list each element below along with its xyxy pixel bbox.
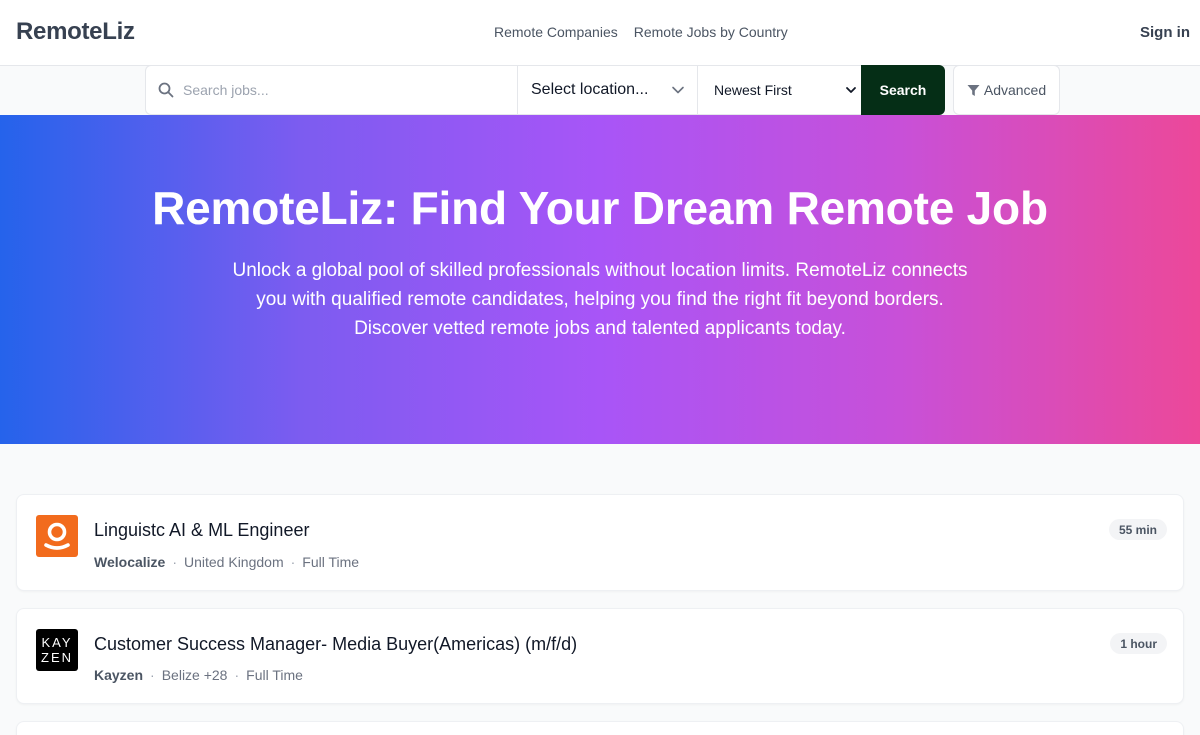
advanced-filters-label: Advanced: [983, 82, 1047, 98]
nav-remote-jobs-by-country[interactable]: Remote Jobs by Country: [634, 24, 788, 40]
company-logo: [36, 515, 78, 557]
chevron-down-icon: [846, 87, 856, 93]
job-location: United Kingdom: [184, 554, 284, 570]
job-card[interactable]: Linguistc AI & ML Engineer Welocalize · …: [16, 494, 1184, 591]
sort-select[interactable]: Newest First: [697, 65, 861, 115]
company-logo: KAY ZEN: [36, 629, 78, 671]
sign-in-link[interactable]: Sign in: [1140, 24, 1190, 41]
site-logo[interactable]: RemoteLiz: [16, 18, 135, 46]
job-meta: Kayzen · Belize +28 · Full Time: [94, 667, 303, 683]
job-company[interactable]: Welocalize: [94, 554, 165, 570]
filter-icon: [967, 84, 980, 96]
search-button[interactable]: Search: [861, 65, 945, 115]
advanced-filters-button[interactable]: Advanced: [953, 65, 1060, 115]
meta-separator: ·: [150, 667, 155, 683]
meta-separator: ·: [172, 554, 177, 570]
meta-separator: ·: [234, 667, 240, 683]
location-select[interactable]: Select location...: [517, 65, 697, 115]
search-input[interactable]: [183, 82, 503, 98]
job-card[interactable]: [16, 721, 1184, 735]
chevron-down-icon: [672, 86, 684, 94]
main-nav: Remote Companies Remote Jobs by Country: [494, 24, 788, 40]
search-icon: [158, 82, 174, 98]
job-title[interactable]: Customer Success Manager- Media Buyer(Am…: [94, 634, 577, 655]
top-navbar: RemoteLiz Remote Companies Remote Jobs b…: [0, 0, 1200, 66]
search-bar: Select location... Newest First Search A…: [145, 65, 1060, 115]
meta-separator: ·: [290, 554, 296, 570]
job-age-badge: 55 min: [1108, 519, 1167, 540]
job-title[interactable]: Linguistc AI & ML Engineer: [94, 520, 309, 541]
job-type: Full Time: [302, 554, 360, 570]
job-type: Full Time: [246, 667, 303, 683]
job-age-badge: 1 hour: [1110, 633, 1167, 654]
job-meta: Welocalize · United Kingdom · Full Time: [94, 554, 359, 570]
job-card[interactable]: KAY ZEN Customer Success Manager- Media …: [16, 608, 1184, 704]
sort-select-label: Newest First: [714, 82, 792, 98]
hero-banner: RemoteLiz: Find Your Dream Remote Job Un…: [0, 115, 1200, 444]
hero-subtitle: Unlock a global pool of skilled professi…: [232, 260, 968, 339]
nav-remote-companies[interactable]: Remote Companies: [494, 24, 618, 40]
welocalize-logo-icon: [44, 522, 70, 550]
location-select-label: Select location...: [531, 81, 649, 98]
search-field-container: [145, 65, 517, 115]
company-logo-text-top: KAY: [41, 635, 73, 650]
hero-title: RemoteLiz: Find Your Dream Remote Job: [152, 182, 1048, 234]
job-company[interactable]: Kayzen: [94, 667, 143, 683]
company-logo-text-bottom: ZEN: [41, 650, 73, 665]
job-location: Belize +28: [161, 667, 228, 683]
